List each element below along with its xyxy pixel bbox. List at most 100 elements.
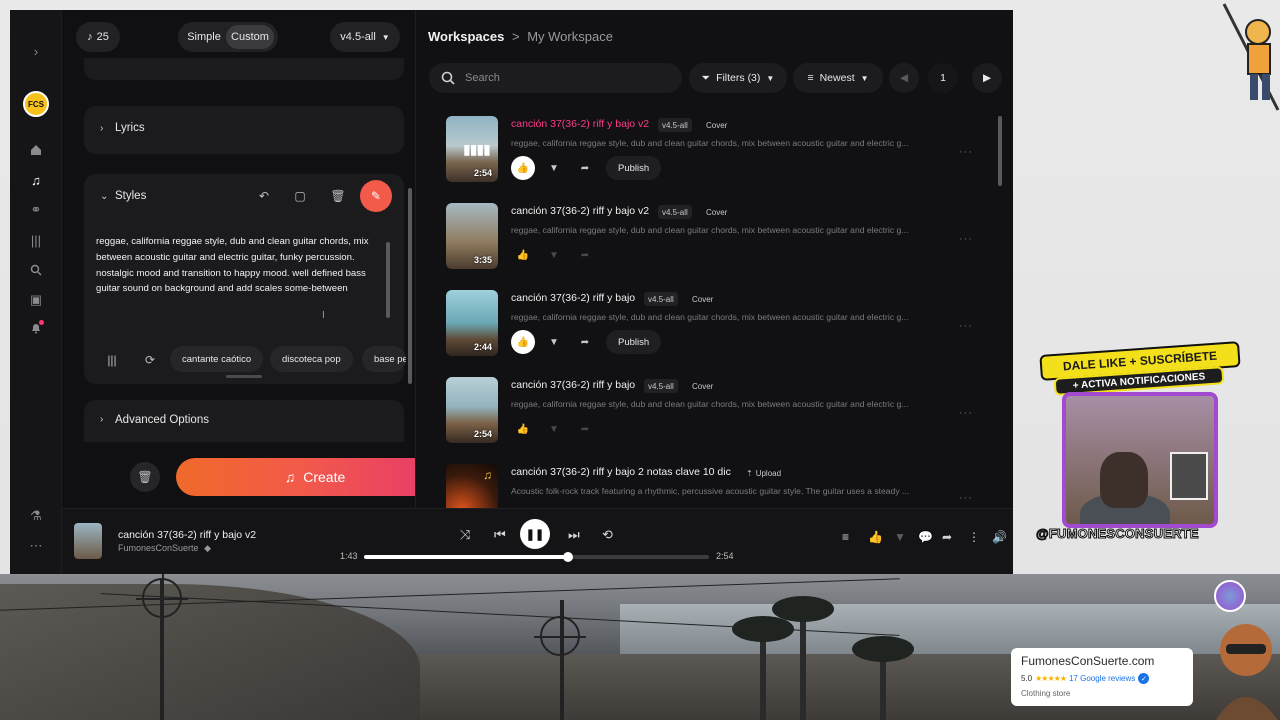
styles-scrollbar[interactable] <box>386 242 390 318</box>
share-icon[interactable]: ➦ <box>573 330 597 354</box>
song-thumbnail[interactable]: 3:35 <box>446 203 498 269</box>
panel-scrollbar[interactable] <box>408 188 412 384</box>
publish-button[interactable]: Publish <box>606 330 662 354</box>
kind-badge: Cover <box>692 381 714 391</box>
expand-chevron-icon[interactable]: › <box>26 41 46 61</box>
share-icon[interactable]: ➦ <box>573 243 597 267</box>
chevron-down-icon[interactable]: ⌄ <box>100 191 108 202</box>
studio-icon[interactable]: ▣ <box>26 290 46 310</box>
player-title[interactable]: canción 37(36-2) riff y bajo v2 <box>118 529 256 541</box>
song-thumbnail[interactable]: 2:44 <box>446 290 498 356</box>
thumbs-down-icon[interactable]: ▼ <box>542 330 566 354</box>
styles-textarea[interactable]: reggae, california reggae style, dub and… <box>96 234 386 297</box>
thumbs-up-icon[interactable]: 👍 <box>511 243 535 267</box>
mode-simple-button[interactable]: Simple <box>182 25 226 49</box>
library-tags-icon[interactable]: ||| <box>98 346 126 374</box>
search-input[interactable]: Search <box>429 63 682 93</box>
create-button[interactable]: ♫ Create <box>176 458 454 496</box>
magic-wand-icon[interactable]: ✎ <box>360 180 392 212</box>
publish-button[interactable]: Publish <box>606 156 662 180</box>
thumbs-up-icon[interactable]: 👍 <box>511 330 535 354</box>
more-options-icon[interactable]: ··· <box>959 492 973 504</box>
share-icon[interactable]: ➦ <box>573 156 597 180</box>
song-thumbnail[interactable]: ♫ <box>446 464 498 508</box>
advanced-options-section[interactable]: › Advanced Options <box>84 400 404 442</box>
progress-knob[interactable] <box>562 552 573 562</box>
thumbs-down-icon[interactable]: ▼ <box>542 156 566 180</box>
google-store-card[interactable]: FumonesConSuerte.com 5.0 ★★★★★ 17 Google… <box>1011 648 1193 706</box>
version-badge: v4.5-all <box>644 379 678 393</box>
kind-badge: Cover <box>706 207 728 217</box>
thumbs-up-icon[interactable]: 👍 <box>511 156 535 180</box>
sort-button[interactable]: ≡ Newest ▼ <box>793 63 883 93</box>
kind-badge: Cover <box>706 120 728 130</box>
tags-scroll-indicator[interactable] <box>226 375 262 378</box>
song-row[interactable]: ♫ canción 37(36-2) riff y bajo 2 notas c… <box>446 464 986 508</box>
mode-custom-button[interactable]: Custom <box>226 25 274 49</box>
more-options-icon[interactable]: ··· <box>959 146 973 158</box>
more-menu-icon[interactable]: ⋯ <box>26 536 46 556</box>
previous-track-icon[interactable]: ⏮ <box>494 527 506 543</box>
prev-page-icon[interactable]: ◀ <box>889 63 919 93</box>
lyrics-section[interactable]: › Lyrics <box>84 106 404 154</box>
style-tag[interactable]: discoteca pop <box>270 346 353 372</box>
volume-icon[interactable]: 🔊 <box>992 530 1007 544</box>
song-title[interactable]: canción 37(36-2) riff y bajo <box>511 292 635 304</box>
style-tag[interactable]: cantante caótico <box>170 346 264 372</box>
more-options-icon[interactable]: ··· <box>959 320 973 332</box>
undo-icon[interactable]: ↶ <box>250 182 278 210</box>
home-icon[interactable] <box>26 140 46 160</box>
more-vertical-icon[interactable]: ⋮ <box>968 530 980 544</box>
breadcrumb-workspaces[interactable]: Workspaces <box>428 29 504 44</box>
song-row[interactable]: 2:44 canción 37(36-2) riff y bajo v4.5-a… <box>446 290 986 370</box>
progress-track[interactable] <box>364 552 709 562</box>
song-title[interactable]: canción 37(36-2) riff y bajo v2 <box>511 205 649 217</box>
music-note-icon: ♪ <box>87 31 93 43</box>
thumbs-down-icon[interactable]: ▼ <box>894 530 906 544</box>
share-icon[interactable]: ➦ <box>573 417 597 441</box>
repeat-icon[interactable]: ⟲ <box>602 527 613 543</box>
library-icon[interactable]: ||| <box>26 230 46 250</box>
queue-icon[interactable]: ≡ <box>842 530 849 544</box>
labs-flask-icon[interactable]: ⚗ <box>26 506 46 526</box>
shuffle-icon[interactable]: ⤨ <box>460 527 470 543</box>
brand-logo[interactable]: FCS <box>23 91 49 117</box>
song-row[interactable]: 3:35 canción 37(36-2) riff y bajo v2 v4.… <box>446 203 986 283</box>
clear-trash-icon[interactable]: 🗑 <box>130 462 160 492</box>
create-topbar: ♪ 25 Simple Custom v4.5-all ▼ <box>62 10 414 64</box>
share-icon[interactable]: ➦ <box>942 530 952 544</box>
song-thumbnail[interactable]: ▮▮▮▮ 2:54 <box>446 116 498 182</box>
next-page-icon[interactable]: ▶ <box>972 63 1002 93</box>
thumbs-down-icon[interactable]: ▼ <box>542 243 566 267</box>
credits-counter[interactable]: ♪ 25 <box>76 22 120 52</box>
thumbs-up-icon[interactable]: 👍 <box>868 530 883 544</box>
next-track-icon[interactable]: ⏭ <box>568 527 580 543</box>
delete-icon[interactable]: 🗑 <box>324 182 352 210</box>
shuffle-tags-icon[interactable]: ⟳ <box>136 346 164 374</box>
style-tag[interactable]: base pe <box>362 346 406 372</box>
copy-icon[interactable]: ▢ <box>286 182 314 210</box>
filters-button[interactable]: ⏷ Filters (3) ▼ <box>689 63 787 93</box>
more-options-icon[interactable]: ··· <box>959 407 973 419</box>
songs-scrollbar[interactable] <box>998 116 1002 186</box>
upload-badge: ⇡ Upload <box>742 466 785 480</box>
song-thumbnail[interactable]: 2:54 <box>446 377 498 443</box>
store-score: 5.0 <box>1021 674 1033 683</box>
song-title[interactable]: canción 37(36-2) riff y bajo 2 notas cla… <box>511 466 731 478</box>
explore-icon[interactable]: ⚭ <box>26 200 46 220</box>
comment-icon[interactable]: 💬 <box>918 530 933 544</box>
player-thumbnail[interactable] <box>74 523 102 559</box>
create-music-icon[interactable]: ♫ <box>26 170 46 190</box>
pause-button[interactable]: ❚❚ <box>520 519 550 549</box>
search-icon[interactable] <box>26 260 46 280</box>
player-artist[interactable]: FumonesConSuerte ◆ <box>118 543 211 554</box>
song-row[interactable]: 2:54 canción 37(36-2) riff y bajo v4.5-a… <box>446 377 986 457</box>
song-row[interactable]: ▮▮▮▮ 2:54 canción 37(36-2) riff y bajo v… <box>446 116 986 196</box>
thumbs-down-icon[interactable]: ▼ <box>542 417 566 441</box>
store-reviews-link[interactable]: 17 Google reviews <box>1069 674 1135 683</box>
more-options-icon[interactable]: ··· <box>959 233 973 245</box>
model-select[interactable]: v4.5-all ▼ <box>330 22 400 52</box>
thumbs-up-icon[interactable]: 👍 <box>511 417 535 441</box>
song-title[interactable]: canción 37(36-2) riff y bajo v2 <box>511 118 649 130</box>
song-title[interactable]: canción 37(36-2) riff y bajo <box>511 379 635 391</box>
